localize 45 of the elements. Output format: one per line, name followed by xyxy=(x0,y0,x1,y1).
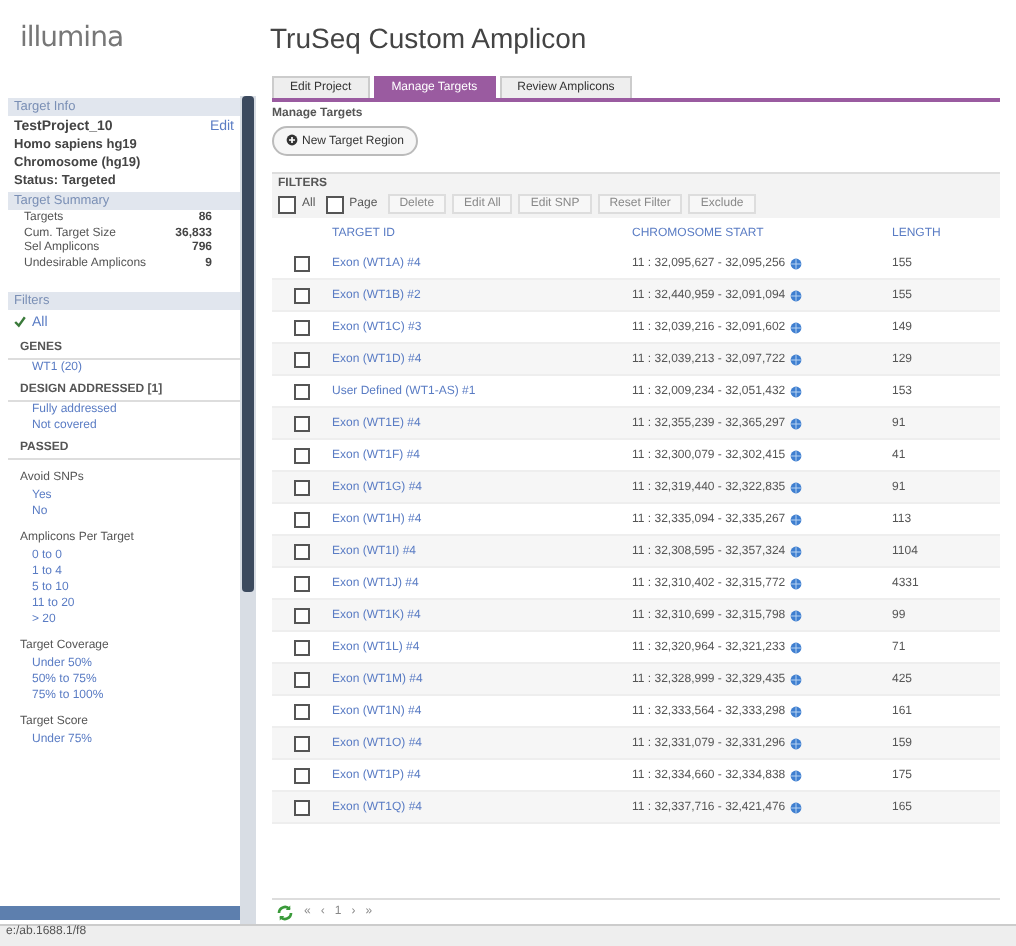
row-checkbox[interactable] xyxy=(294,479,310,495)
row-checkbox[interactable] xyxy=(294,319,310,335)
row-checkbox[interactable] xyxy=(294,607,310,623)
globe-icon[interactable] xyxy=(789,385,802,397)
checkbox[interactable] xyxy=(325,195,344,213)
row-checkbox[interactable] xyxy=(294,383,310,399)
checkbox[interactable] xyxy=(278,195,296,213)
globe-icon[interactable] xyxy=(789,321,802,333)
plus-icon xyxy=(286,134,298,146)
logo: illumina xyxy=(18,22,126,54)
globe-icon[interactable] xyxy=(789,609,802,621)
app-title: TruSeq Custom Amplicon xyxy=(270,22,587,54)
refresh-icon[interactable] xyxy=(276,903,294,921)
globe-icon[interactable] xyxy=(789,641,802,653)
globe-icon[interactable] xyxy=(789,289,802,301)
globe-icon[interactable] xyxy=(789,769,802,781)
globe-icon[interactable] xyxy=(789,705,802,717)
row-checkbox[interactable] xyxy=(294,639,310,655)
row-checkbox[interactable] xyxy=(294,703,310,719)
globe-icon[interactable] xyxy=(789,449,802,461)
horizontal-scrollbar[interactable] xyxy=(0,906,240,920)
row-checkbox[interactable] xyxy=(294,287,310,303)
row-checkbox[interactable] xyxy=(294,671,310,687)
row-checkbox[interactable] xyxy=(294,799,310,815)
row-checkbox[interactable] xyxy=(294,735,310,751)
checkmark-icon xyxy=(14,316,26,328)
row-checkbox[interactable] xyxy=(294,543,310,559)
row-checkbox[interactable] xyxy=(294,255,310,271)
globe-icon[interactable] xyxy=(789,257,802,269)
row-checkbox[interactable] xyxy=(294,415,310,431)
row-checkbox[interactable] xyxy=(294,767,310,783)
row-checkbox[interactable] xyxy=(294,575,310,591)
globe-icon[interactable] xyxy=(789,481,802,493)
row-checkbox[interactable] xyxy=(294,447,310,463)
globe-icon[interactable] xyxy=(789,801,802,813)
vertical-scrollbar[interactable] xyxy=(240,96,256,924)
row-checkbox[interactable] xyxy=(294,351,310,367)
globe-icon[interactable] xyxy=(789,513,802,525)
globe-icon[interactable] xyxy=(789,417,802,429)
globe-icon[interactable] xyxy=(789,673,802,685)
globe-icon[interactable] xyxy=(789,545,802,557)
globe-icon[interactable] xyxy=(789,353,802,365)
globe-icon[interactable] xyxy=(789,577,802,589)
row-checkbox[interactable] xyxy=(294,511,310,527)
globe-icon[interactable] xyxy=(789,737,802,749)
